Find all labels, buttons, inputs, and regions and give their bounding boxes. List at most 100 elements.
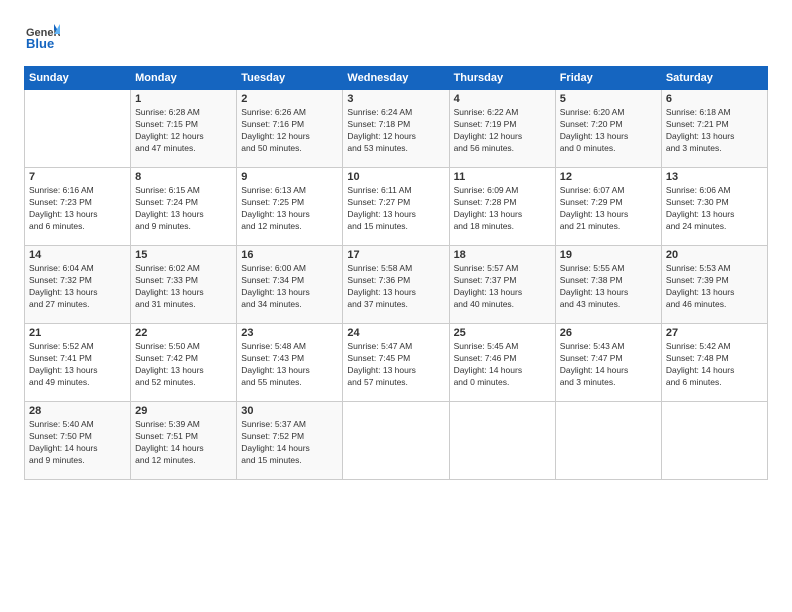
day-cell: 6 Sunrise: 6:18 AM Sunset: 7:21 PM Daylig… bbox=[661, 90, 767, 168]
day-cell: 25 Sunrise: 5:45 AM Sunset: 7:46 PM Dayli… bbox=[449, 324, 555, 402]
day-cell: 9 Sunrise: 6:13 AM Sunset: 7:25 PM Daylig… bbox=[237, 168, 343, 246]
day-cell: 26 Sunrise: 5:43 AM Sunset: 7:47 PM Dayli… bbox=[555, 324, 661, 402]
day-number: 19 bbox=[560, 249, 657, 261]
day-number: 18 bbox=[454, 249, 551, 261]
day-number: 5 bbox=[560, 93, 657, 105]
day-info: Sunrise: 6:22 AM Sunset: 7:19 PM Dayligh… bbox=[454, 107, 551, 155]
day-number: 27 bbox=[666, 327, 763, 339]
day-info: Sunrise: 6:13 AM Sunset: 7:25 PM Dayligh… bbox=[241, 185, 338, 233]
day-info: Sunrise: 5:37 AM Sunset: 7:52 PM Dayligh… bbox=[241, 419, 338, 467]
week-row-5: 28 Sunrise: 5:40 AM Sunset: 7:50 PM Dayli… bbox=[25, 402, 768, 480]
col-header-thursday: Thursday bbox=[449, 67, 555, 90]
day-info: Sunrise: 6:07 AM Sunset: 7:29 PM Dayligh… bbox=[560, 185, 657, 233]
day-number: 10 bbox=[347, 171, 444, 183]
week-row-1: 1 Sunrise: 6:28 AM Sunset: 7:15 PM Daylig… bbox=[25, 90, 768, 168]
day-number: 30 bbox=[241, 405, 338, 417]
day-info: Sunrise: 5:48 AM Sunset: 7:43 PM Dayligh… bbox=[241, 341, 338, 389]
col-header-saturday: Saturday bbox=[661, 67, 767, 90]
day-info: Sunrise: 6:18 AM Sunset: 7:21 PM Dayligh… bbox=[666, 107, 763, 155]
day-cell: 24 Sunrise: 5:47 AM Sunset: 7:45 PM Dayli… bbox=[343, 324, 449, 402]
day-cell: 14 Sunrise: 6:04 AM Sunset: 7:32 PM Dayli… bbox=[25, 246, 131, 324]
day-cell: 4 Sunrise: 6:22 AM Sunset: 7:19 PM Daylig… bbox=[449, 90, 555, 168]
day-cell bbox=[661, 402, 767, 480]
day-info: Sunrise: 6:04 AM Sunset: 7:32 PM Dayligh… bbox=[29, 263, 126, 311]
day-cell: 22 Sunrise: 5:50 AM Sunset: 7:42 PM Dayli… bbox=[131, 324, 237, 402]
week-row-2: 7 Sunrise: 6:16 AM Sunset: 7:23 PM Daylig… bbox=[25, 168, 768, 246]
day-cell: 7 Sunrise: 6:16 AM Sunset: 7:23 PM Daylig… bbox=[25, 168, 131, 246]
day-info: Sunrise: 6:28 AM Sunset: 7:15 PM Dayligh… bbox=[135, 107, 232, 155]
page: General Blue SundayMondayTuesdayWednesda… bbox=[0, 0, 792, 612]
day-cell bbox=[555, 402, 661, 480]
day-cell: 23 Sunrise: 5:48 AM Sunset: 7:43 PM Dayli… bbox=[237, 324, 343, 402]
col-header-friday: Friday bbox=[555, 67, 661, 90]
day-info: Sunrise: 5:39 AM Sunset: 7:51 PM Dayligh… bbox=[135, 419, 232, 467]
day-number: 21 bbox=[29, 327, 126, 339]
week-row-4: 21 Sunrise: 5:52 AM Sunset: 7:41 PM Dayli… bbox=[25, 324, 768, 402]
day-number: 16 bbox=[241, 249, 338, 261]
day-number: 26 bbox=[560, 327, 657, 339]
day-cell: 2 Sunrise: 6:26 AM Sunset: 7:16 PM Daylig… bbox=[237, 90, 343, 168]
calendar-table: SundayMondayTuesdayWednesdayThursdayFrid… bbox=[24, 66, 768, 480]
day-info: Sunrise: 6:00 AM Sunset: 7:34 PM Dayligh… bbox=[241, 263, 338, 311]
logo-icon: General Blue bbox=[24, 20, 60, 56]
day-number: 9 bbox=[241, 171, 338, 183]
day-number: 7 bbox=[29, 171, 126, 183]
day-info: Sunrise: 5:50 AM Sunset: 7:42 PM Dayligh… bbox=[135, 341, 232, 389]
day-info: Sunrise: 5:57 AM Sunset: 7:37 PM Dayligh… bbox=[454, 263, 551, 311]
logo: General Blue bbox=[24, 20, 60, 56]
day-number: 15 bbox=[135, 249, 232, 261]
day-number: 23 bbox=[241, 327, 338, 339]
day-info: Sunrise: 6:16 AM Sunset: 7:23 PM Dayligh… bbox=[29, 185, 126, 233]
day-cell: 15 Sunrise: 6:02 AM Sunset: 7:33 PM Dayli… bbox=[131, 246, 237, 324]
day-number: 24 bbox=[347, 327, 444, 339]
day-cell: 11 Sunrise: 6:09 AM Sunset: 7:28 PM Dayli… bbox=[449, 168, 555, 246]
day-cell: 28 Sunrise: 5:40 AM Sunset: 7:50 PM Dayli… bbox=[25, 402, 131, 480]
day-info: Sunrise: 5:47 AM Sunset: 7:45 PM Dayligh… bbox=[347, 341, 444, 389]
day-cell: 19Sunrise: 5:55 AM Sunset: 7:38 PM Dayli… bbox=[555, 246, 661, 324]
day-info: Sunrise: 5:52 AM Sunset: 7:41 PM Dayligh… bbox=[29, 341, 126, 389]
day-cell bbox=[343, 402, 449, 480]
day-info: Sunrise: 6:09 AM Sunset: 7:28 PM Dayligh… bbox=[454, 185, 551, 233]
day-info: Sunrise: 5:42 AM Sunset: 7:48 PM Dayligh… bbox=[666, 341, 763, 389]
day-cell: 10Sunrise: 6:11 AM Sunset: 7:27 PM Dayli… bbox=[343, 168, 449, 246]
day-info: Sunrise: 6:06 AM Sunset: 7:30 PM Dayligh… bbox=[666, 185, 763, 233]
day-number: 11 bbox=[454, 171, 551, 183]
day-cell bbox=[25, 90, 131, 168]
day-info: Sunrise: 6:02 AM Sunset: 7:33 PM Dayligh… bbox=[135, 263, 232, 311]
day-cell: 12Sunrise: 6:07 AM Sunset: 7:29 PM Dayli… bbox=[555, 168, 661, 246]
day-info: Sunrise: 6:24 AM Sunset: 7:18 PM Dayligh… bbox=[347, 107, 444, 155]
day-info: Sunrise: 6:15 AM Sunset: 7:24 PM Dayligh… bbox=[135, 185, 232, 233]
week-row-3: 14 Sunrise: 6:04 AM Sunset: 7:32 PM Dayli… bbox=[25, 246, 768, 324]
day-number: 20 bbox=[666, 249, 763, 261]
day-cell: 30 Sunrise: 5:37 AM Sunset: 7:52 PM Dayli… bbox=[237, 402, 343, 480]
col-header-tuesday: Tuesday bbox=[237, 67, 343, 90]
svg-text:Blue: Blue bbox=[26, 36, 54, 51]
day-info: Sunrise: 6:20 AM Sunset: 7:20 PM Dayligh… bbox=[560, 107, 657, 155]
day-cell: 17Sunrise: 5:58 AM Sunset: 7:36 PM Dayli… bbox=[343, 246, 449, 324]
day-cell: 5 Sunrise: 6:20 AM Sunset: 7:20 PM Daylig… bbox=[555, 90, 661, 168]
day-number: 6 bbox=[666, 93, 763, 105]
day-cell: 8Sunrise: 6:15 AM Sunset: 7:24 PM Daylig… bbox=[131, 168, 237, 246]
header-row: SundayMondayTuesdayWednesdayThursdayFrid… bbox=[25, 67, 768, 90]
day-number: 2 bbox=[241, 93, 338, 105]
day-number: 22 bbox=[135, 327, 232, 339]
day-info: Sunrise: 6:26 AM Sunset: 7:16 PM Dayligh… bbox=[241, 107, 338, 155]
day-cell: 21 Sunrise: 5:52 AM Sunset: 7:41 PM Dayli… bbox=[25, 324, 131, 402]
day-number: 4 bbox=[454, 93, 551, 105]
day-cell: 29 Sunrise: 5:39 AM Sunset: 7:51 PM Dayli… bbox=[131, 402, 237, 480]
day-cell: 13Sunrise: 6:06 AM Sunset: 7:30 PM Dayli… bbox=[661, 168, 767, 246]
day-number: 25 bbox=[454, 327, 551, 339]
day-number: 29 bbox=[135, 405, 232, 417]
day-number: 14 bbox=[29, 249, 126, 261]
day-info: Sunrise: 5:43 AM Sunset: 7:47 PM Dayligh… bbox=[560, 341, 657, 389]
day-info: Sunrise: 5:45 AM Sunset: 7:46 PM Dayligh… bbox=[454, 341, 551, 389]
day-number: 3 bbox=[347, 93, 444, 105]
day-number: 1 bbox=[135, 93, 232, 105]
day-info: Sunrise: 5:40 AM Sunset: 7:50 PM Dayligh… bbox=[29, 419, 126, 467]
day-cell: 20Sunrise: 5:53 AM Sunset: 7:39 PM Dayli… bbox=[661, 246, 767, 324]
day-cell: 3 Sunrise: 6:24 AM Sunset: 7:18 PM Daylig… bbox=[343, 90, 449, 168]
day-cell: 27 Sunrise: 5:42 AM Sunset: 7:48 PM Dayli… bbox=[661, 324, 767, 402]
col-header-sunday: Sunday bbox=[25, 67, 131, 90]
day-cell: 18 Sunrise: 5:57 AM Sunset: 7:37 PM Dayli… bbox=[449, 246, 555, 324]
day-number: 28 bbox=[29, 405, 126, 417]
